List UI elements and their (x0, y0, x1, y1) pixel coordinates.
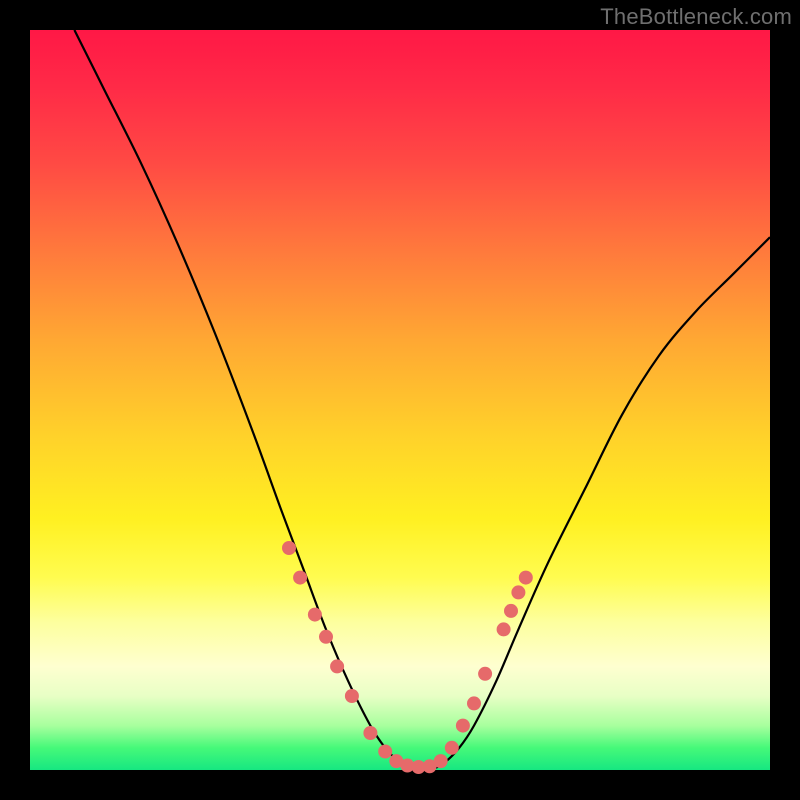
marker-dot (330, 659, 344, 673)
marker-dot (445, 741, 459, 755)
marker-dot (519, 571, 533, 585)
marker-dot (363, 726, 377, 740)
marker-dot (456, 719, 470, 733)
marker-dot (345, 689, 359, 703)
watermark-text: TheBottleneck.com (600, 4, 792, 30)
marker-dot (434, 754, 448, 768)
marker-dot (282, 541, 296, 555)
marker-dot (504, 604, 518, 618)
marker-dot (308, 608, 322, 622)
chart-frame: TheBottleneck.com (0, 0, 800, 800)
marker-dot (293, 571, 307, 585)
marker-dot (467, 696, 481, 710)
marker-dot (511, 585, 525, 599)
marker-dot (478, 667, 492, 681)
marker-dot (378, 745, 392, 759)
marker-dot (319, 630, 333, 644)
bottleneck-curve (74, 30, 770, 771)
plot-area (30, 30, 770, 770)
chart-svg (30, 30, 770, 770)
marker-group (282, 541, 533, 774)
marker-dot (497, 622, 511, 636)
